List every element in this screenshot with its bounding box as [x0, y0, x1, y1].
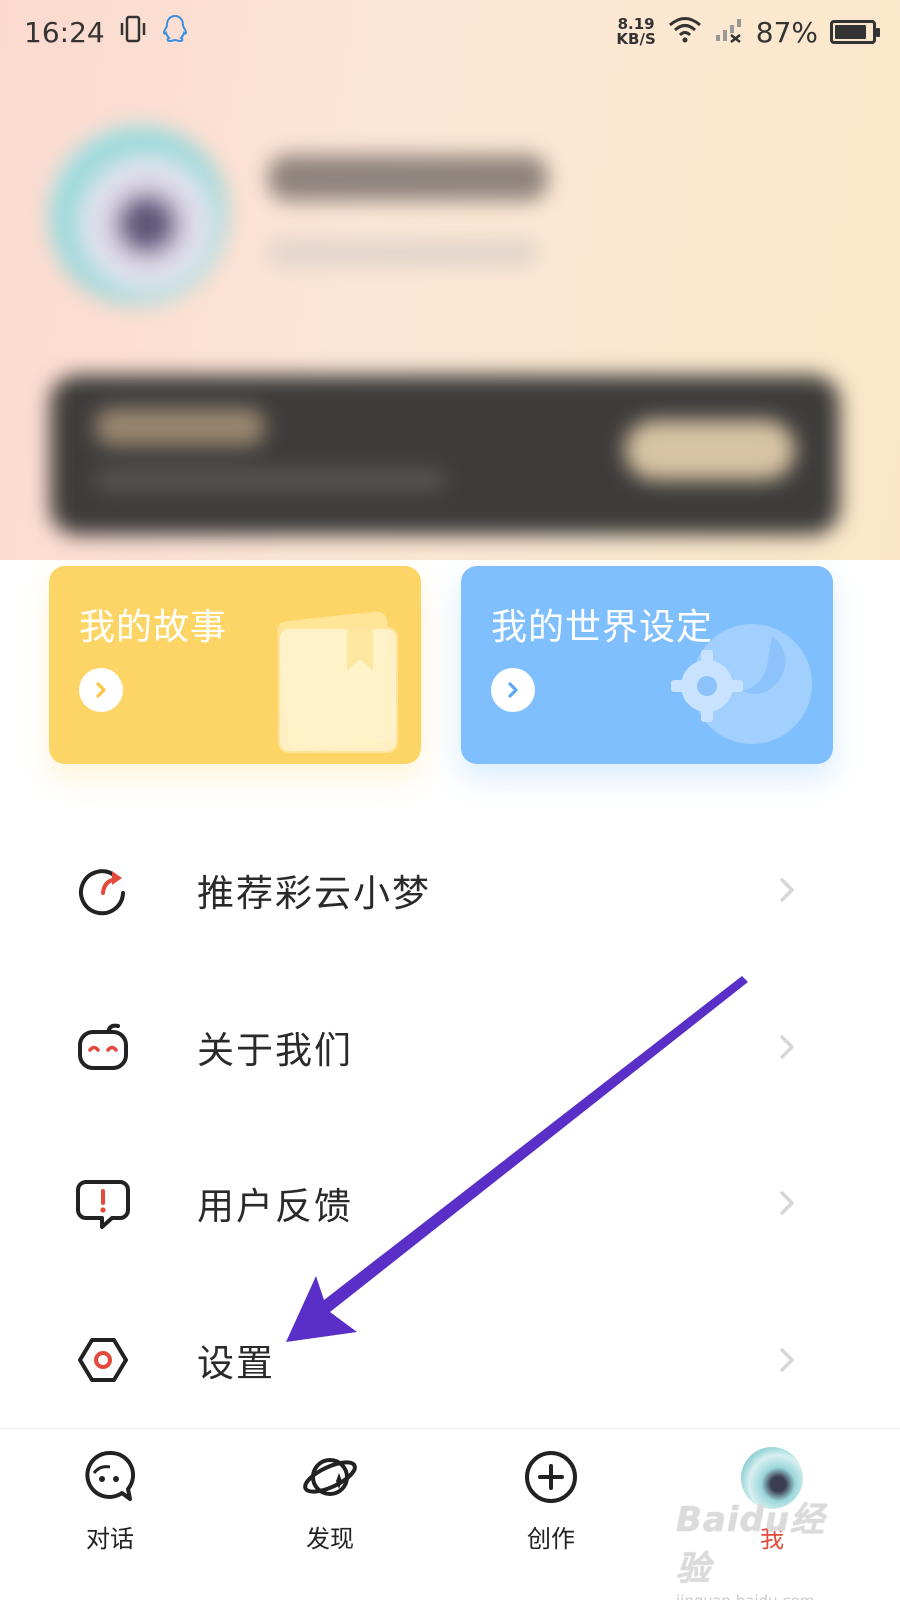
membership-button-blurred[interactable]: [625, 420, 795, 480]
nav-label-chat: 对话: [86, 1525, 134, 1553]
menu-item-recommend[interactable]: 推荐彩云小梦: [0, 815, 900, 965]
membership-title-blurred: [95, 408, 265, 446]
status-bar: 16:24 8.19 KB/S 87%: [0, 0, 900, 64]
nav-label-discover: 发现: [306, 1525, 354, 1553]
my-world-settings-arrow-icon[interactable]: [491, 668, 535, 712]
watermark-logo-text: Baidu经验: [676, 1500, 826, 1589]
watermark-url-text: jingyan.baidu.com: [676, 1592, 846, 1600]
my-stories-arrow-icon[interactable]: [79, 668, 123, 712]
profile-name-blurred: [268, 155, 548, 201]
battery-icon: [830, 20, 880, 44]
wifi-icon: [668, 15, 702, 50]
nav-label-create: 创作: [527, 1525, 575, 1553]
book-illustration-icon: [277, 611, 399, 753]
baidu-jingyan-watermark: Baidu经验 jingyan.baidu.com: [676, 1492, 846, 1600]
menu-label-recommend: 推荐彩云小梦: [197, 872, 431, 915]
menu-item-settings[interactable]: 设置: [0, 1285, 900, 1435]
settings-hexagon-icon: [78, 1338, 128, 1382]
my-world-settings-card[interactable]: 我的世界设定: [461, 566, 833, 764]
status-time: 16:24: [24, 15, 105, 49]
menu-label-settings: 设置: [197, 1342, 275, 1385]
profile-subtitle-blurred: [268, 240, 538, 266]
chat-face-icon: [85, 1450, 136, 1501]
globe-gear-illustration-icon: [671, 624, 812, 744]
profile-avatar[interactable]: [48, 125, 228, 305]
my-stories-title: 我的故事: [79, 607, 228, 648]
membership-subtitle-blurred: [95, 470, 445, 490]
cellular-no-signal-icon: [714, 15, 744, 50]
nav-tab-discover[interactable]: 发现: [270, 1447, 390, 1577]
menu-label-about-us: 关于我们: [197, 1029, 353, 1072]
menu-item-feedback[interactable]: 用户反馈: [0, 1128, 900, 1278]
qq-penguin-icon: [161, 13, 189, 52]
profile-header: [0, 0, 900, 560]
my-stories-card[interactable]: 我的故事: [49, 566, 421, 764]
chevron-right-icon: [780, 1035, 794, 1059]
nav-tab-create[interactable]: 创作: [491, 1447, 611, 1577]
network-speed-unit: KB/S: [616, 30, 656, 48]
menu-item-about-us[interactable]: 关于我们: [0, 972, 900, 1122]
share-refresh-icon: [79, 869, 125, 916]
menu-label-feedback: 用户反馈: [197, 1185, 353, 1228]
vibrate-icon: [119, 14, 147, 51]
nav-tab-chat[interactable]: 对话: [50, 1447, 170, 1577]
chevron-right-icon: [780, 1191, 794, 1215]
plus-circle-icon: [525, 1451, 577, 1503]
battery-level-fill: [835, 25, 867, 39]
network-speed: 8.19 KB/S: [616, 17, 655, 47]
chevron-right-icon: [780, 878, 794, 902]
battery-percent: 87%: [755, 15, 818, 49]
chevron-right-icon: [780, 1348, 794, 1372]
robot-face-icon: [78, 1023, 128, 1070]
feedback-bubble-icon: [76, 1180, 130, 1229]
discover-planet-icon: [303, 1458, 357, 1496]
